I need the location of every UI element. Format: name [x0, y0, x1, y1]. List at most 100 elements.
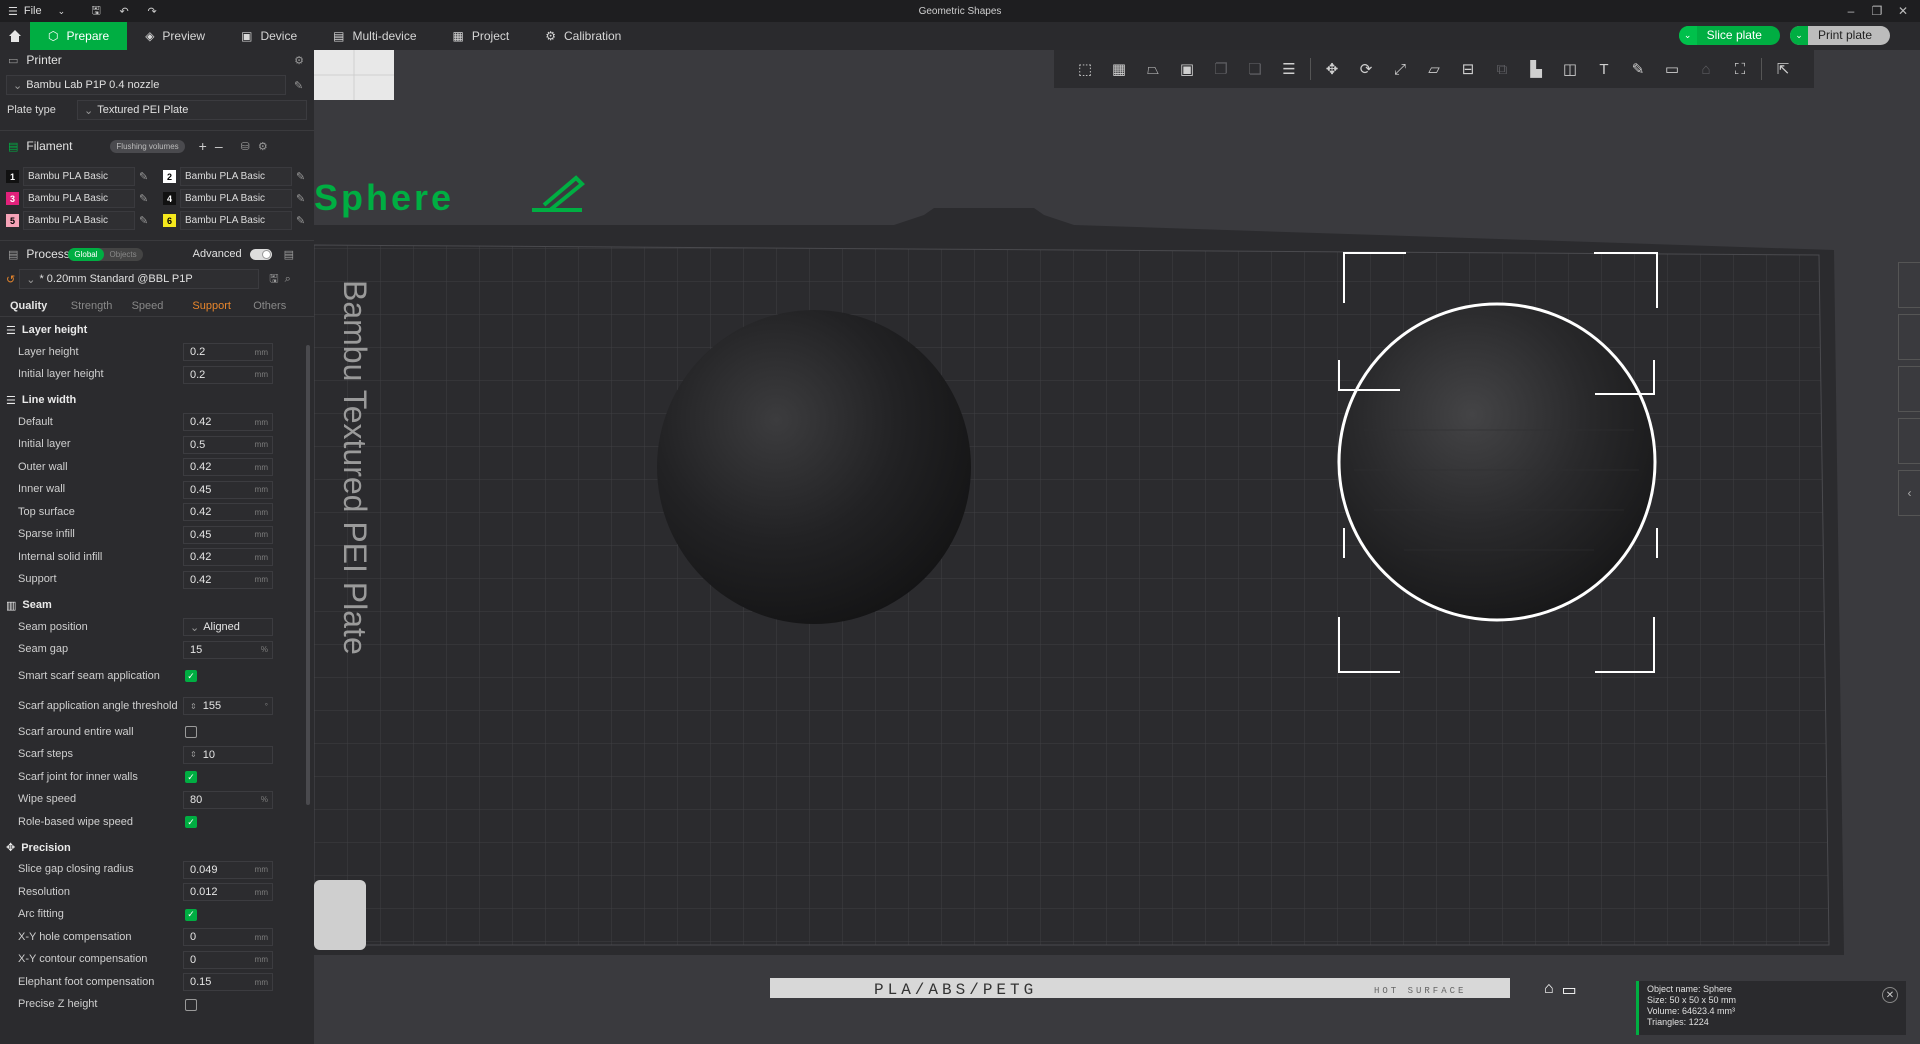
resolution-input[interactable]: 0.012 mm	[183, 883, 273, 902]
line-width-sparse-input[interactable]: 0.45 mm	[183, 525, 273, 544]
minimize-icon[interactable]: –	[1838, 0, 1864, 22]
edit-icon[interactable]: ✎	[296, 192, 305, 205]
scarf-inner-walls-checkbox[interactable]: ✓	[185, 771, 197, 784]
initial-layer-height-input[interactable]: 0.2 mm	[183, 365, 273, 384]
printer-select[interactable]: ⌄ Bambu Lab P1P 0.4 nozzle	[6, 75, 286, 95]
measure-icon[interactable]: ▭	[1659, 56, 1685, 82]
line-width-inner-input[interactable]: 0.45 mm	[183, 480, 273, 499]
compare-icon[interactable]: ▤	[284, 248, 294, 261]
lay-on-face-icon[interactable]: ⏥	[1421, 56, 1447, 82]
scarf-angle-stepper[interactable]: ⇕ 155 °	[183, 697, 273, 715]
layer-height-input[interactable]: 0.2 mm	[183, 343, 273, 362]
tab-device[interactable]: ▣ Device	[223, 22, 315, 50]
file-menu[interactable]: File	[24, 5, 42, 17]
line-width-default-input[interactable]: 0.42 mm	[183, 413, 273, 432]
layers-icon[interactable]: ☰	[1276, 56, 1302, 82]
seam-paint-icon[interactable]: ◫	[1557, 56, 1583, 82]
reset-icon[interactable]: ↺	[6, 273, 15, 286]
arc-fitting-checkbox[interactable]: ✓	[185, 908, 197, 921]
wipe-speed-input[interactable]: 80%	[183, 790, 273, 809]
subtab-others[interactable]: Others	[253, 300, 314, 312]
save-icon[interactable]: 🖫	[85, 0, 107, 22]
xy-hole-input[interactable]: 0 mm	[183, 928, 273, 947]
copy-icon[interactable]: ❐	[1208, 56, 1234, 82]
settings-icon[interactable]: ⚙	[294, 54, 304, 67]
filament-slot-4[interactable]: 4 Bambu PLA Basic ✎	[163, 189, 314, 208]
edit-icon[interactable]: ✎	[296, 214, 305, 227]
move-icon[interactable]: ✥	[1319, 56, 1345, 82]
tab-prepare[interactable]: ⬡ Prepare	[30, 22, 128, 50]
orient-icon[interactable]: ⏢	[1140, 56, 1166, 82]
add-object-icon[interactable]: ⬚	[1072, 56, 1098, 82]
undo-icon[interactable]: ↶	[113, 0, 135, 22]
tab-project[interactable]: ▦ Project	[435, 22, 528, 50]
save-preset-icon[interactable]: 🖫	[269, 270, 278, 289]
line-width-outer-input[interactable]: 0.42 mm	[183, 458, 273, 477]
scarf-entire-wall-checkbox[interactable]	[185, 726, 197, 739]
filament-color-swatch[interactable]: 1	[6, 170, 19, 183]
filament-slot-6[interactable]: 6 Bambu PLA Basic ✎	[163, 211, 314, 230]
assembly-icon[interactable]: ⌂	[1693, 56, 1719, 82]
filament-color-swatch[interactable]: 3	[6, 192, 19, 205]
scarf-steps-stepper[interactable]: ⇕ 10	[183, 745, 273, 764]
tab-preview[interactable]: ◈ Preview	[127, 22, 223, 50]
collapse-panel-icon[interactable]: ‹	[1898, 470, 1920, 516]
precise-z-checkbox[interactable]	[185, 998, 197, 1011]
color-paint-icon[interactable]: ✎	[1625, 56, 1651, 82]
seam-gap-input[interactable]: 15%	[183, 640, 273, 659]
text-icon[interactable]: T	[1591, 56, 1617, 82]
elephant-foot-input[interactable]: 0.15 mm	[183, 973, 273, 992]
filament-settings-icon[interactable]: ⚙	[258, 140, 268, 153]
advanced-toggle[interactable]	[249, 248, 272, 260]
process-preset-select[interactable]: ⌄ * 0.20mm Standard @BBL P1P	[19, 269, 260, 289]
layout-view-button[interactable]	[1898, 366, 1920, 412]
chevron-down-icon[interactable]: ⌄	[1678, 26, 1697, 45]
sync-filament-icon[interactable]: ⛁	[241, 140, 250, 153]
support-paint-icon[interactable]: ▙	[1523, 56, 1549, 82]
xy-contour-input[interactable]: 0 mm	[183, 950, 273, 969]
scale-icon[interactable]: ⤢	[1387, 56, 1413, 82]
edit-icon[interactable]: ✎	[139, 214, 148, 227]
filament-slot-5[interactable]: 5 Bambu PLA Basic ✎	[6, 211, 163, 230]
search-icon[interactable]: ⌕	[285, 273, 291, 286]
edit-icon[interactable]: ✎	[294, 79, 303, 92]
chevron-down-icon[interactable]: ⌄	[58, 6, 66, 17]
rotate-view-button[interactable]	[1898, 314, 1920, 360]
edit-icon[interactable]: ✎	[296, 170, 305, 183]
redo-icon[interactable]: ↷	[141, 0, 163, 22]
filament-color-swatch[interactable]: 6	[163, 214, 176, 227]
view-cube-button[interactable]	[1898, 262, 1920, 308]
sidebar-scrollbar[interactable]	[306, 345, 310, 805]
mesh-boolean-icon[interactable]: ⧉	[1489, 56, 1515, 82]
edit-icon[interactable]: ✎	[139, 192, 148, 205]
line-width-top-input[interactable]: 0.42 mm	[183, 503, 273, 522]
filament-color-swatch[interactable]: 4	[163, 192, 176, 205]
home-icon[interactable]	[0, 22, 30, 50]
build-plate-scene[interactable]: Sphere Bambu Textured PEI Plate PLA/ABS/…	[314, 50, 1920, 1044]
3d-viewport[interactable]: Sphere Bambu Textured PEI Plate PLA/ABS/…	[314, 50, 1920, 1044]
paste-icon[interactable]: ❏	[1242, 56, 1268, 82]
line-width-initial-input[interactable]: 0.5 mm	[183, 435, 273, 454]
close-icon[interactable]: ✕	[1882, 987, 1898, 1003]
fit-view-icon[interactable]: ⛶	[1727, 56, 1753, 82]
slice-plate-button[interactable]: ⌄ Slice plate	[1678, 26, 1780, 45]
add-plate-icon[interactable]: ▦	[1106, 56, 1132, 82]
filament-slot-3[interactable]: 3 Bambu PLA Basic ✎	[6, 189, 163, 208]
subtab-speed[interactable]: Speed	[132, 300, 193, 312]
restore-icon[interactable]: ❐	[1864, 0, 1890, 22]
smart-scarf-checkbox[interactable]: ✓	[185, 670, 197, 682]
line-width-support-input[interactable]: 0.42 mm	[183, 570, 273, 589]
filament-slot-2[interactable]: 2 Bambu PLA Basic ✎	[163, 167, 314, 186]
line-width-solid-input[interactable]: 0.42 mm	[183, 548, 273, 567]
filament-color-swatch[interactable]: 2	[163, 170, 176, 183]
filament-slot-1[interactable]: 1 Bambu PLA Basic ✎	[6, 167, 163, 186]
plate-settings-button[interactable]	[1898, 418, 1920, 464]
filament-color-swatch[interactable]: 5	[6, 214, 19, 227]
close-icon[interactable]: ✕	[1890, 0, 1916, 22]
rotate-icon[interactable]: ⟳	[1353, 56, 1379, 82]
subtab-support[interactable]: Support	[192, 300, 253, 312]
chevron-down-icon[interactable]: ⌄	[1789, 26, 1808, 45]
arrange-icon[interactable]: ▣	[1174, 56, 1200, 82]
role-wipe-speed-checkbox[interactable]: ✓	[185, 816, 197, 829]
edit-icon[interactable]: ✎	[139, 170, 148, 183]
